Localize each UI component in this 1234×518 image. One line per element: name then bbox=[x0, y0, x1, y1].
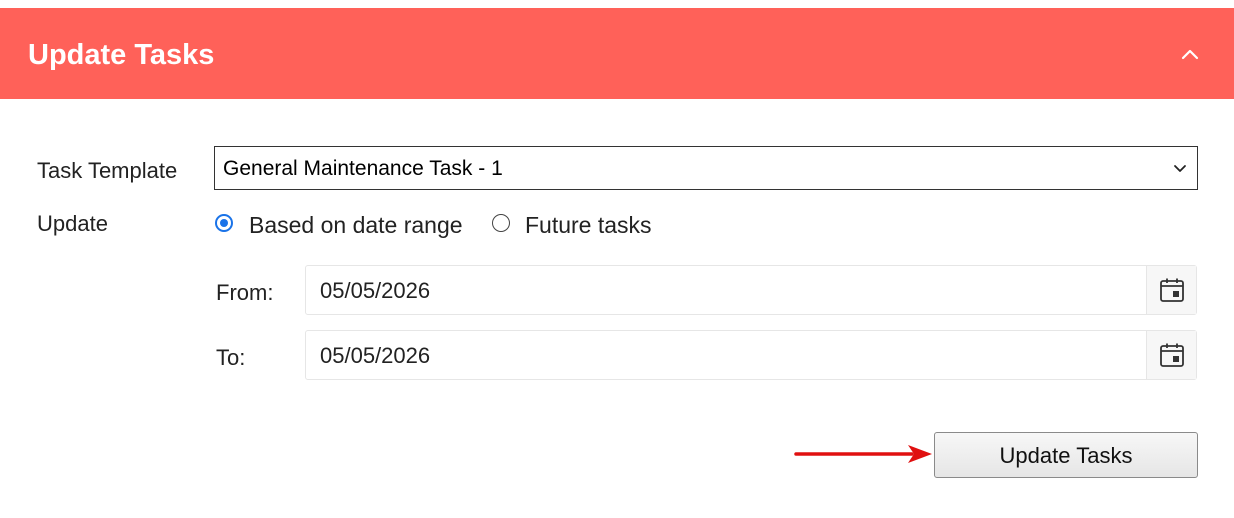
update-tasks-button[interactable]: Update Tasks bbox=[934, 432, 1198, 478]
to-date-value: 05/05/2026 bbox=[320, 343, 431, 368]
chevron-up-icon bbox=[1181, 49, 1199, 60]
collapse-button[interactable] bbox=[1170, 36, 1210, 72]
radio-based-on-date-range[interactable] bbox=[215, 214, 233, 232]
from-date-input[interactable]: 05/05/2026 bbox=[305, 265, 1197, 315]
task-template-label: Task Template bbox=[37, 158, 178, 183]
calendar-icon bbox=[1159, 278, 1184, 302]
radio-label-future-tasks[interactable]: Future tasks bbox=[525, 212, 652, 238]
task-template-selected-value: General Maintenance Task - 1 bbox=[223, 157, 503, 180]
task-template-select[interactable]: General Maintenance Task - 1 bbox=[214, 146, 1198, 190]
panel-header: Update Tasks bbox=[0, 8, 1234, 99]
red-arrow-annotation bbox=[794, 445, 932, 463]
to-date-picker-button[interactable] bbox=[1146, 331, 1196, 379]
update-tasks-panel: Update Tasks Task Template General Maint… bbox=[0, 8, 1234, 518]
chevron-down-icon bbox=[1174, 165, 1186, 172]
from-label: From: bbox=[216, 280, 274, 305]
radio-label-based-on-date-range[interactable]: Based on date range bbox=[249, 212, 463, 238]
radio-future-tasks[interactable] bbox=[492, 214, 510, 232]
calendar-icon bbox=[1159, 343, 1184, 367]
to-date-input[interactable]: 05/05/2026 bbox=[305, 330, 1197, 380]
panel-title: Update Tasks bbox=[28, 39, 215, 71]
from-date-value: 05/05/2026 bbox=[320, 278, 431, 303]
update-label: Update bbox=[37, 211, 108, 236]
to-label: To: bbox=[216, 345, 246, 370]
from-date-picker-button[interactable] bbox=[1146, 266, 1196, 314]
